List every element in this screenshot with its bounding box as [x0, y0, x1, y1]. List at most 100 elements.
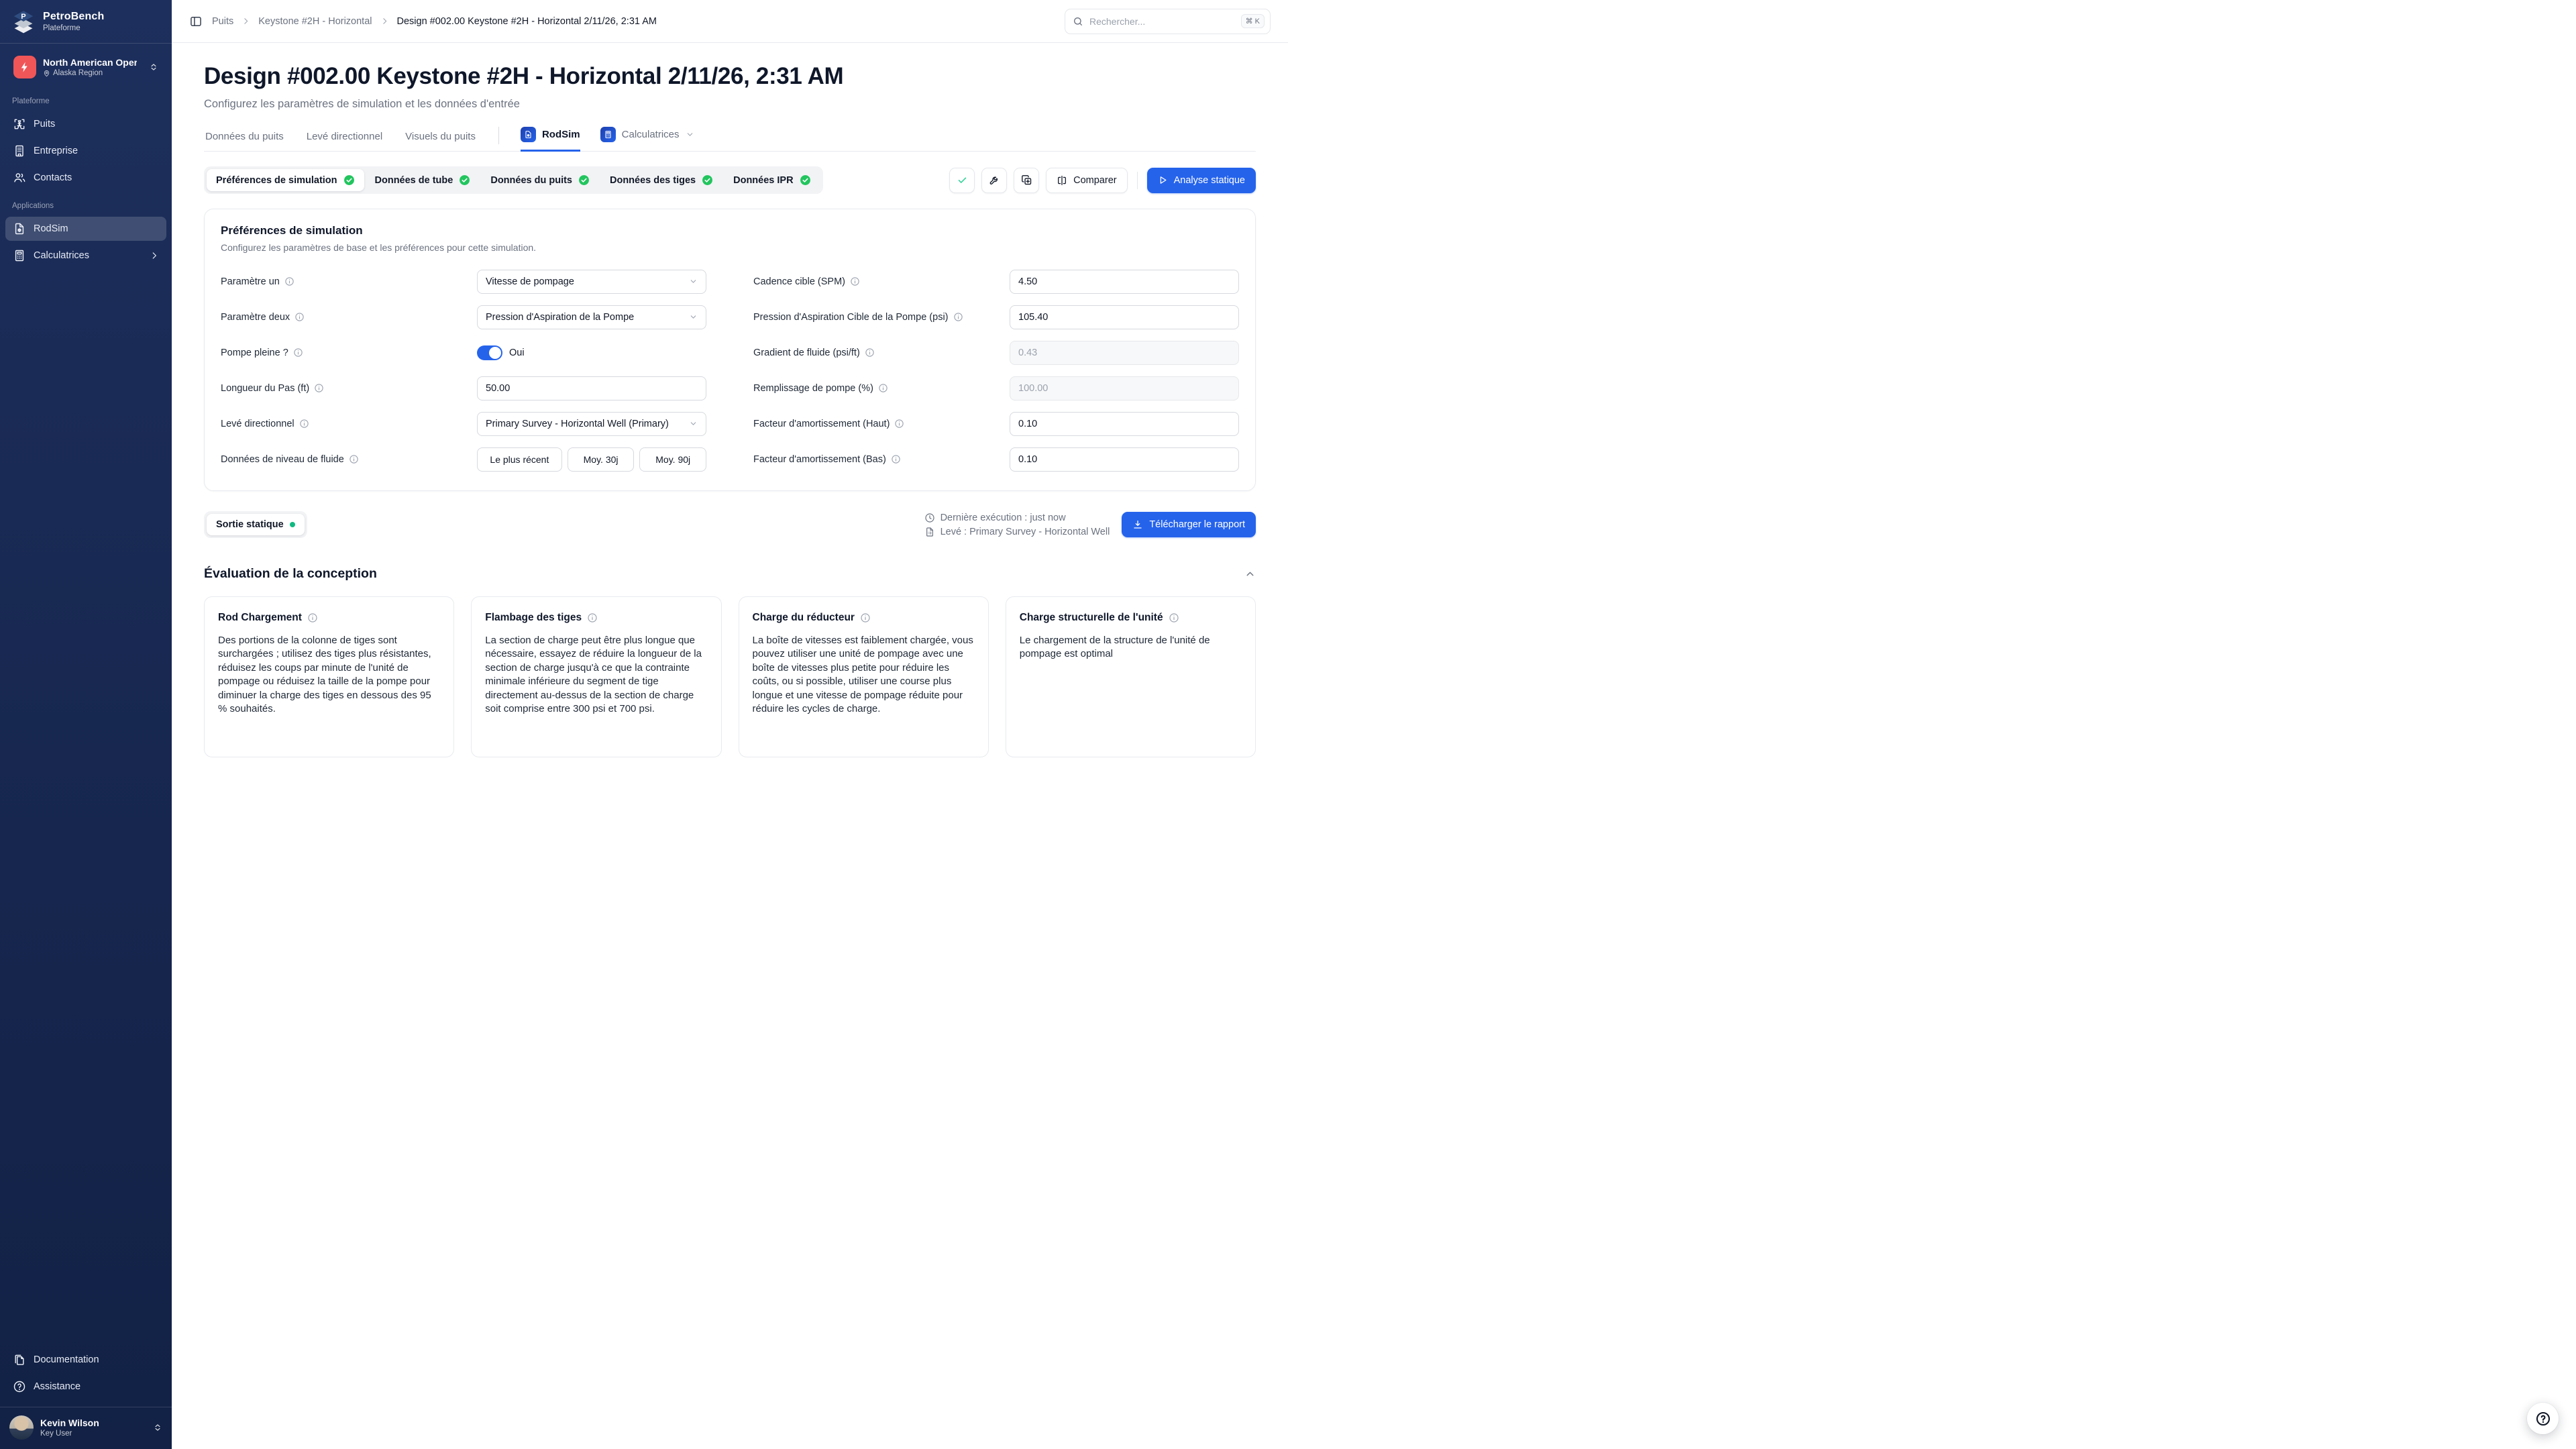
user-menu[interactable]: Kevin Wilson Key User	[0, 1407, 172, 1449]
leve-directionnel-select[interactable]: Primary Survey - Horizontal Well (Primar…	[477, 411, 706, 436]
svg-text:P: P	[21, 13, 26, 21]
tab-visuels-du-puits[interactable]: Visuels du puits	[404, 131, 477, 151]
section-label-platform: Plateforme	[12, 97, 50, 105]
topbar: Puits Keystone #2H - Horizontal Design #…	[172, 0, 1288, 43]
amortissement-bas-input[interactable]	[1018, 453, 1230, 465]
toggle-label: Oui	[509, 347, 525, 358]
validate-button[interactable]	[949, 167, 975, 193]
step-tube[interactable]: Données de tube	[366, 169, 480, 191]
eval-card-body: La boîte de vitesses est faiblement char…	[752, 635, 973, 714]
info-icon	[587, 612, 598, 623]
sidebar: P PetroBench Plateforme North American O…	[0, 0, 172, 1449]
run-static-analysis-button[interactable]: Analyse statique	[1146, 167, 1256, 193]
breadcrumb-well[interactable]: Keystone #2H - Horizontal	[258, 16, 372, 27]
toolbar-actions: Comparer Analyse statique	[949, 167, 1256, 193]
users-icon	[13, 171, 26, 184]
chevron-up-icon[interactable]	[1244, 568, 1256, 580]
info-icon	[294, 312, 305, 322]
info-icon	[850, 276, 860, 286]
evaluation-cards: Rod Chargement Des portions de la colonn…	[204, 596, 1256, 757]
field-label-niveau-fluide: Données de niveau de fluide	[221, 454, 477, 465]
step-ipr[interactable]: Données IPR	[724, 169, 820, 191]
docs-icon	[13, 1353, 26, 1366]
fluid-avg30-button[interactable]: Moy. 30j	[567, 447, 635, 472]
sidebar-item-rodsim[interactable]: RodSim	[5, 217, 166, 241]
card-title: Préférences de simulation	[221, 224, 363, 237]
field-label-remplissage-pompe: Remplissage de pompe (%)	[753, 383, 1010, 394]
card-subtitle: Configurez les paramètres de base et les…	[221, 242, 537, 253]
wizard-steps: Préférences de simulation Données de tub…	[204, 166, 823, 194]
section-label-applications: Applications	[12, 202, 54, 210]
download-report-button[interactable]: Télécharger le rapport	[1122, 512, 1256, 537]
sidebar-item-label: Contacts	[34, 172, 72, 183]
fluid-latest-button[interactable]: Le plus récent	[477, 447, 562, 472]
static-output-tab[interactable]: Sortie statique	[207, 514, 305, 535]
chevron-updown-icon	[153, 1423, 162, 1432]
field-label-amortissement-bas: Facteur d'amortissement (Bas)	[753, 454, 1010, 465]
longueur-pas-input[interactable]	[486, 382, 698, 394]
sidebar-item-documentation[interactable]: Documentation	[5, 1348, 166, 1372]
parametre-un-select[interactable]: Vitesse de pompage	[477, 269, 706, 294]
sidebar-item-contacts[interactable]: Contacts	[5, 166, 166, 190]
sidebar-item-puits[interactable]: Puits	[5, 112, 166, 136]
step-preferences[interactable]: Préférences de simulation	[207, 169, 364, 191]
field-label-parametre-deux: Paramètre deux	[221, 312, 477, 323]
remplissage-pompe-input	[1018, 382, 1230, 394]
search-box[interactable]: ⌘ K	[1065, 8, 1271, 34]
output-row: Sortie statique Dernière exécution : jus…	[204, 511, 1256, 538]
pompe-pleine-toggle[interactable]	[477, 345, 502, 360]
compare-columns-icon	[1058, 175, 1067, 185]
info-icon	[349, 454, 359, 464]
simulation-preferences-card: Préférences de simulation Configurez les…	[204, 209, 1256, 491]
chevron-updown-icon	[149, 62, 158, 72]
eval-card-flambage: Flambage des tiges La section de charge …	[471, 596, 722, 757]
petrobench-logo-icon: P	[11, 9, 36, 34]
tab-rodsim[interactable]: RodSim	[520, 127, 580, 152]
parametre-deux-select[interactable]: Pression d'Aspiration de la Pompe	[477, 305, 706, 329]
fluid-avg90-button[interactable]: Moy. 90j	[639, 447, 706, 472]
chevron-down-icon	[689, 313, 698, 321]
sidebar-item-label: Entreprise	[34, 146, 78, 156]
search-input[interactable]	[1089, 15, 1235, 27]
sidebar-item-assistance[interactable]: Assistance	[5, 1375, 166, 1399]
survey-line: Levé : Primary Survey - Horizontal Well	[924, 527, 1110, 537]
info-icon	[299, 419, 309, 429]
field-label-pompe-pleine: Pompe pleine ?	[221, 347, 477, 358]
check-circle-icon	[800, 175, 810, 185]
tab-leve-directionnel[interactable]: Levé directionnel	[305, 131, 384, 151]
download-icon	[1134, 521, 1142, 529]
copy-plus-icon	[1021, 175, 1031, 185]
help-fab-button[interactable]	[2527, 1403, 2559, 1434]
step-tiges[interactable]: Données des tiges	[600, 169, 722, 191]
chevron-down-icon	[689, 419, 698, 428]
field-label-leve-directionnel: Levé directionnel	[221, 419, 477, 429]
sidebar-toggle-icon[interactable]	[189, 15, 203, 28]
compare-button[interactable]: Comparer	[1046, 167, 1128, 193]
eval-card-reducteur: Charge du réducteur La boîte de vitesses…	[738, 596, 989, 757]
org-selector[interactable]: North American Opera Alaska Region	[7, 50, 165, 84]
sidebar-item-entreprise[interactable]: Entreprise	[5, 139, 166, 163]
field-label-longueur-pas: Longueur du Pas (ft)	[221, 383, 477, 394]
amortissement-haut-input[interactable]	[1018, 418, 1230, 429]
eval-card-title: Charge du réducteur	[753, 612, 975, 624]
pression-cible-input[interactable]	[1018, 311, 1230, 323]
org-region: Alaska Region	[43, 69, 142, 77]
field-label-pression-cible: Pression d'Aspiration Cible de la Pompe …	[753, 312, 1010, 323]
info-icon	[293, 347, 303, 358]
check-circle-icon	[343, 175, 354, 185]
check-circle-icon	[579, 175, 589, 185]
field-label-amortissement-haut: Facteur d'amortissement (Haut)	[753, 419, 1010, 429]
cadence-cible-input[interactable]	[1018, 276, 1230, 287]
eval-card-structure: Charge structurelle de l'unité Le charge…	[1005, 596, 1256, 757]
step-puits[interactable]: Données du puits	[481, 169, 599, 191]
breadcrumb-puits[interactable]: Puits	[212, 16, 233, 27]
user-name: Kevin Wilson	[40, 1417, 99, 1428]
rodsim-file-icon	[13, 222, 26, 235]
sidebar-item-calculatrices[interactable]: Calculatrices	[5, 244, 166, 268]
tools-button[interactable]	[981, 167, 1008, 193]
main-content: Design #002.00 Keystone #2H - Horizontal…	[172, 43, 1288, 757]
duplicate-button[interactable]	[1014, 167, 1040, 193]
tab-calculatrices[interactable]: Calculatrices	[600, 127, 694, 151]
info-icon	[878, 383, 888, 393]
tab-donnees-du-puits[interactable]: Données du puits	[204, 131, 285, 151]
